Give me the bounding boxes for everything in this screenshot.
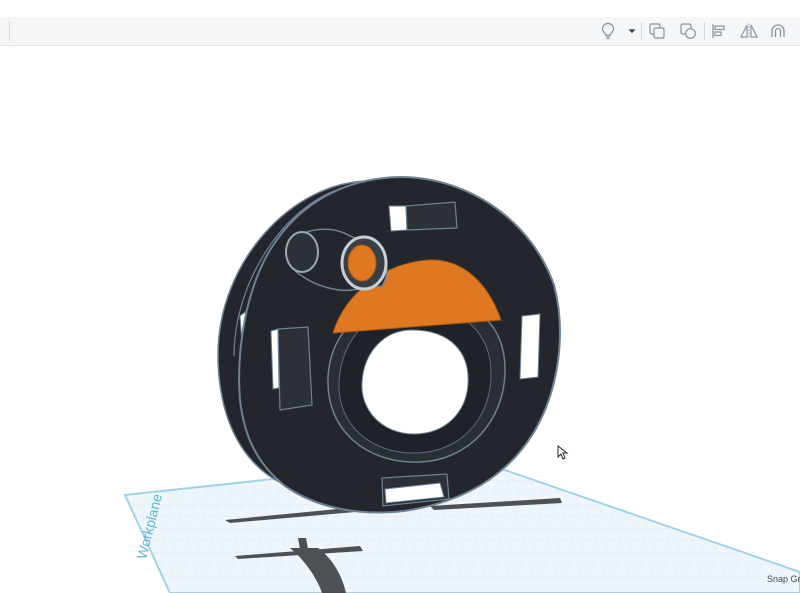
toolbar-divider: [704, 22, 705, 40]
dropdown-caret-icon[interactable]: [622, 21, 642, 41]
align-icon[interactable]: [709, 21, 729, 41]
mouse-cursor-icon: [557, 444, 569, 460]
toolbar-divider: [9, 21, 10, 41]
3d-viewport[interactable]: Workplane Snap Gr: [0, 46, 800, 593]
top-strip: [0, 0, 800, 18]
mirror-icon[interactable]: [739, 21, 759, 41]
spool-model[interactable]: [217, 175, 561, 514]
spool-slot: [519, 313, 541, 380]
editor-toolbar: [0, 17, 800, 46]
spool-slot: [388, 201, 458, 232]
lightbulb-icon[interactable]: [598, 21, 618, 41]
toolbar-divider: [641, 22, 642, 40]
snap-grid-label[interactable]: Snap Grid: [767, 574, 800, 584]
cruise-magnet-icon[interactable]: [768, 21, 788, 41]
group-icon[interactable]: [647, 21, 667, 41]
ungroup-icon[interactable]: [678, 21, 698, 41]
